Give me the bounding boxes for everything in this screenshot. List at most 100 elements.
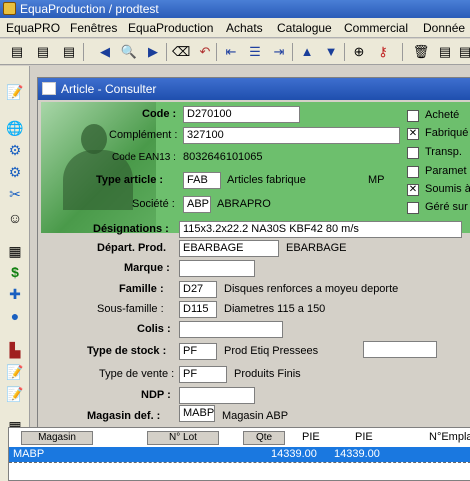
sous-famille-field[interactable]: D115	[179, 301, 217, 318]
type-stock-extra-field[interactable]	[363, 341, 437, 358]
type-article-field[interactable]: FAB	[183, 172, 221, 189]
user-icon[interactable]: ☺	[5, 208, 25, 228]
type-article-label: Type article :	[96, 174, 164, 186]
lot-column-button[interactable]: N° Lot	[147, 431, 219, 445]
network-icon[interactable]: ⚙	[5, 162, 25, 182]
depart-prod-field[interactable]: EBARBAGE	[179, 240, 279, 257]
societe-desc: ABRAPRO	[217, 198, 271, 210]
list-icon[interactable]: ☰	[246, 43, 264, 61]
businessman-photo	[41, 102, 156, 233]
report-icon[interactable]: 📝	[5, 384, 25, 404]
menu-catalogue[interactable]: Catalogue	[277, 21, 332, 35]
toolbar-separator	[344, 43, 345, 61]
parametre-checkbox[interactable]	[407, 166, 419, 178]
previous-icon[interactable]: ◀	[96, 43, 114, 61]
depart-prod-desc: EBARBAGE	[286, 242, 347, 254]
soumis-checkbox[interactable]: ✕	[407, 184, 419, 196]
colis-field[interactable]	[179, 321, 283, 338]
ndp-label: NDP :	[141, 389, 171, 401]
row-pie: 14339.00	[334, 448, 380, 460]
type-vente-label: Type de vente :	[99, 368, 175, 380]
gere-sur-checkbox[interactable]	[407, 202, 419, 214]
row-magasin: MABP	[13, 448, 45, 460]
type-vente-desc: Produits Finis	[234, 368, 301, 380]
transp-checkbox[interactable]	[407, 147, 419, 159]
magasin-def-desc: Magasin ABP	[222, 410, 289, 422]
document-icon[interactable]: 📝	[5, 82, 25, 102]
menu-equaproduction[interactable]: EquaProduction	[128, 21, 213, 35]
achete-checkbox[interactable]	[407, 110, 419, 122]
magasin-def-field[interactable]: MABP	[179, 405, 215, 422]
arrow-down-icon[interactable]: ▼	[322, 43, 340, 61]
report-icon[interactable]: 📝	[5, 362, 25, 382]
complement-field[interactable]: 327100	[183, 127, 400, 144]
window-title-bar: Article - Consulter	[38, 78, 470, 100]
next-icon[interactable]: ▶	[144, 43, 162, 61]
colis-label: Colis :	[137, 323, 171, 335]
toolbar-separator	[166, 43, 167, 61]
window-icon	[42, 82, 56, 95]
magasin-def-label: Magasin def. :	[87, 410, 161, 422]
network-icon[interactable]: ⚙	[5, 140, 25, 160]
film-last-icon[interactable]: ▤	[60, 43, 78, 61]
ndp-field[interactable]	[179, 387, 255, 404]
gere-sur-label: Géré sur	[425, 201, 468, 213]
ledger-icon[interactable]: ▦	[5, 241, 25, 261]
left-sidebar: 📝 🌐 ⚙ ⚙ ✂ ☺ ▦ $ ✚ ● ▙ 📝 📝 ▦ ▣ ⎆	[0, 66, 30, 481]
menu-equapro[interactable]: EquaPRO	[6, 21, 60, 35]
factory-icon[interactable]: ▙	[5, 340, 25, 360]
emplacement-column-header: N°Empla	[429, 431, 470, 443]
type-article-mp: MP	[368, 174, 385, 186]
globe-icon[interactable]: 🌐	[5, 118, 25, 138]
film-first-icon[interactable]: ▤	[8, 43, 26, 61]
list-first-icon[interactable]: ⇤	[222, 43, 240, 61]
ok-icon[interactable]: ●	[5, 306, 25, 326]
famille-field[interactable]: D27	[179, 281, 217, 298]
window-title: Article - Consulter	[61, 82, 157, 96]
designations-field[interactable]: 115x3.2x22.2 NA30S KBF42 80 m/s	[179, 221, 462, 238]
societe-field[interactable]: ABP	[183, 196, 211, 213]
film-icon[interactable]: ▤	[456, 43, 470, 61]
code-field[interactable]: D270100	[183, 106, 300, 123]
film-icon[interactable]: ▤	[436, 43, 454, 61]
stock-grid: Magasin N° Lot Qte PIE PIE N°Empla MABP …	[8, 427, 470, 481]
ean-label: Code EAN13 :	[112, 152, 176, 163]
menu-bar: EquaPRO Fenêtres EquaProduction Achats C…	[0, 18, 470, 38]
medkit-icon[interactable]: ✚	[5, 284, 25, 304]
undo-icon[interactable]: ↶	[196, 43, 214, 61]
sous-famille-desc: Diametres 115 a 150	[224, 303, 326, 315]
film-icon[interactable]: ▤	[34, 43, 52, 61]
key-icon[interactable]: ⚷	[374, 43, 392, 61]
menu-fenetres[interactable]: Fenêtres	[70, 21, 117, 35]
search-icon[interactable]: 🔍	[120, 43, 138, 61]
menu-donnees[interactable]: Donnée	[423, 21, 465, 35]
tools-icon[interactable]: ✂	[5, 184, 25, 204]
menu-achats[interactable]: Achats	[226, 21, 263, 35]
famille-desc: Disques renforces a moyeu deporte	[224, 283, 399, 295]
sous-famille-label: Sous-famille :	[97, 303, 164, 315]
marque-field[interactable]	[179, 260, 255, 277]
eraser-icon[interactable]: ⌫	[172, 43, 190, 61]
type-stock-desc: Prod Etiq Pressees	[224, 345, 319, 357]
depart-prod-label: Départ. Prod.	[97, 242, 167, 254]
pie-column-header: PIE	[302, 431, 320, 443]
menu-commercial[interactable]: Commercial	[344, 21, 408, 35]
code-label: Code :	[142, 108, 177, 120]
zoom-icon[interactable]: ⊕	[350, 43, 368, 61]
trash-icon[interactable]: 🗑	[412, 43, 430, 61]
list-last-icon[interactable]: ⇥	[270, 43, 288, 61]
toolbar-separator	[83, 43, 84, 61]
row-divider	[9, 462, 470, 463]
type-stock-field[interactable]: PF	[179, 343, 217, 360]
dollar-icon[interactable]: $	[5, 262, 25, 282]
article-window: Article - Consulter Code : D270100 Compl…	[37, 77, 470, 481]
magasin-column-button[interactable]: Magasin	[21, 431, 93, 445]
app-title-bar: EquaProduction / prodtest	[0, 0, 470, 18]
table-row[interactable]: MABP 14339.00 14339.00	[9, 447, 470, 462]
qte-column-button[interactable]: Qte	[243, 431, 285, 445]
arrow-up-icon[interactable]: ▲	[298, 43, 316, 61]
achete-label: Acheté	[425, 109, 460, 121]
fabrique-checkbox[interactable]: ✕	[407, 128, 419, 140]
type-vente-field[interactable]: PF	[179, 366, 227, 383]
row-qte: 14339.00	[271, 448, 317, 460]
